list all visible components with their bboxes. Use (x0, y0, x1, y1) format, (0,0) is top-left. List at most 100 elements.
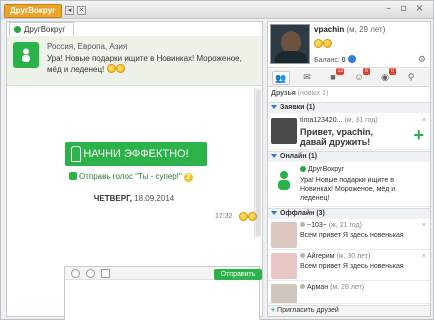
collapse-arrow-icon (271, 105, 277, 109)
chat-tab-label: ДругВокруг (24, 25, 66, 34)
close-icon[interactable]: × (422, 222, 426, 229)
offline-status-icon (300, 284, 305, 289)
vote-label: Отправь голос "Ты - супер!" (79, 172, 182, 181)
hand-icon (71, 146, 81, 162)
mail-icon: ✉ (303, 72, 311, 82)
online-status-icon (14, 26, 21, 33)
status-text: Ура! Новые подарки ищите в Новинках! Мор… (47, 54, 242, 74)
maximize-icon[interactable]: ▫ (398, 4, 409, 15)
friend-avatar[interactable] (271, 253, 297, 279)
close-icon[interactable]: × (414, 4, 425, 15)
settings-gear-icon[interactable]: ⚙ (418, 55, 426, 65)
user-status-smiles[interactable] (314, 39, 332, 49)
gift-icon: ■ (330, 72, 336, 82)
smiles-count: 6 (363, 68, 370, 75)
chat-pane: ДругВокруг Россия, Европа, Азия Ура! Нов… (6, 21, 263, 320)
sticker-icon[interactable] (86, 269, 95, 278)
friend-name: ДругВокруг (308, 166, 345, 173)
balance-label: Баланс: (314, 57, 340, 64)
tab-messages[interactable]: ✉ (298, 71, 316, 85)
user-name-line[interactable]: vpachin (м, 29 лет) (314, 25, 385, 34)
friend-name-line: Айгерим (ж, 30 лет) (300, 253, 370, 260)
friend-meta: (ж, 21 год) (328, 222, 363, 229)
request-meta: (м, 31 год) (344, 117, 378, 124)
friend-name: Арман (307, 284, 329, 291)
online-status-icon (300, 166, 306, 172)
smile-icon (106, 64, 116, 73)
friend-meta: (м, 28 лет) (330, 284, 365, 291)
app-logo-tab[interactable]: ДругВокруг (4, 4, 62, 18)
online-section-header[interactable]: Онлайн (1) (268, 151, 430, 162)
close-icon[interactable]: × (422, 253, 426, 260)
druvokrug-logo-icon (21, 48, 31, 62)
friend-status-text: Ура! Новые подарки ищите в Новинках! Мор… (300, 177, 396, 202)
chat-tab[interactable]: ДругВокруг (9, 22, 75, 36)
friend-request-item[interactable]: tima123420... (м, 31 год) × Привет, vpac… (268, 114, 430, 150)
vote-link[interactable]: Отправь голос "Ты - супер!" 2 (69, 172, 193, 182)
smile-icon (239, 212, 248, 221)
invite-label: Пригласить друзей (277, 307, 339, 314)
invite-friends-button[interactable]: + Пригласить друзей (268, 305, 430, 316)
tab-gifts[interactable]: ■ 13 (324, 68, 344, 85)
balance-value: 0 (341, 57, 346, 64)
friends-label: Друзья (271, 90, 296, 97)
contact-avatar[interactable] (13, 42, 39, 68)
promo-label: НАЧНИ ЭФФЕКТНО! (83, 148, 189, 160)
friend-avatar[interactable] (271, 222, 297, 248)
friends-new-count: (новых 1) (297, 90, 329, 97)
request-text: Привет, vpachin, давай дружить! (300, 127, 374, 147)
smile-icon (314, 39, 323, 48)
balance[interactable]: Баланс: 0 (314, 55, 356, 64)
people-icon: 👥 (275, 73, 287, 83)
tab-search[interactable]: ⚲ (402, 71, 420, 85)
friend-item[interactable]: ~103~ (ж, 21 год) × Всем привет Я здесь … (268, 220, 430, 250)
tab-smiles[interactable]: ☺ 6 (350, 68, 370, 85)
request-name: tima123420... (300, 117, 343, 124)
chat-header: Россия, Европа, Азия Ура! Новые подарки … (7, 36, 262, 86)
coin-icon (347, 55, 356, 63)
promo-banner[interactable]: НАЧНИ ЭФФЕКТНО! (65, 142, 207, 166)
contacts-count: 0 (389, 68, 396, 75)
add-friend-icon[interactable]: + (413, 126, 424, 144)
smile-icon (248, 212, 257, 221)
offline-section-header[interactable]: Оффлайн (3) (268, 208, 430, 219)
emoji-icon[interactable] (71, 269, 80, 278)
requests-section-header[interactable]: Заявки (1) (268, 102, 430, 113)
user-avatar[interactable] (270, 24, 310, 64)
message-smiles (239, 212, 257, 222)
search-icon: ⚲ (407, 72, 415, 82)
online-header: Онлайн (1) (280, 153, 318, 160)
friend-avatar[interactable] (271, 284, 297, 303)
friend-meta: (ж, 30 лет) (336, 253, 371, 260)
collapse-arrow-icon (271, 154, 277, 158)
title-bar: ДругВокруг ◂ × – ▫ × (1, 1, 433, 19)
offline-header: Оффлайн (3) (280, 210, 325, 217)
friend-name: ~103~ (307, 222, 327, 229)
photo-icon[interactable] (101, 269, 110, 278)
friend-item[interactable]: Айгерим (ж, 30 лет) × Всем привет Я здес… (268, 251, 430, 281)
tab-friends[interactable]: 👥 (272, 71, 290, 85)
profile-panel: vpachin (м, 29 лет) Баланс: 0 ⚙ (268, 22, 430, 68)
friends-pane: vpachin (м, 29 лет) Баланс: 0 ⚙ 👥 ✉ ■ 13 … (267, 21, 431, 317)
request-avatar[interactable] (271, 118, 297, 144)
friend-name-line: ~103~ (ж, 21 год) (300, 222, 362, 229)
sidebar-tabs: 👥 ✉ ■ 13 ☺ 6 ◉ 0 ⚲ (268, 68, 430, 87)
sound-icon[interactable]: ◂ (65, 6, 74, 15)
friend-avatar[interactable] (271, 167, 297, 193)
friends-title: Друзья (новых 1) (271, 90, 328, 97)
friend-item[interactable]: Арман (м, 28 лет) (268, 282, 430, 304)
date-day: ЧЕТВЕРГ, (93, 194, 132, 203)
user-meta: (м, 29 лет) (346, 25, 386, 34)
tab-contacts[interactable]: ◉ 0 (376, 68, 396, 85)
smile-icon (115, 64, 125, 73)
contacts-icon: ◉ (381, 72, 389, 82)
request-name-line: tima123420... (м, 31 год) (300, 117, 378, 124)
minimize-icon[interactable]: – (383, 4, 394, 15)
friend-status-text: Всем привет Я здесь новенькая (300, 232, 404, 239)
mute-icon[interactable]: × (77, 6, 86, 15)
user-name: vpachin (314, 25, 345, 34)
friend-item[interactable]: ДругВокруг Ура! Новые подарки ищите в Но… (268, 163, 430, 207)
close-icon[interactable]: × (422, 117, 426, 124)
send-button[interactable]: Отправить (214, 269, 262, 280)
friend-name: Айгерим (307, 253, 335, 260)
